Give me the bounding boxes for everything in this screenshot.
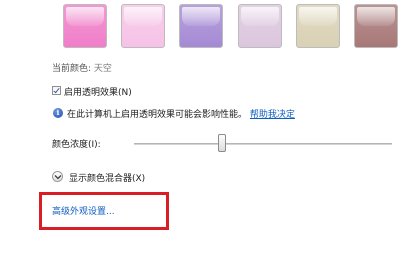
chevron-down-icon[interactable] <box>52 171 63 182</box>
transparency-label[interactable]: 启用透明效果(N) <box>64 85 132 98</box>
intensity-slider-track[interactable] <box>134 143 392 145</box>
current-color-label: 当前颜色: <box>52 64 92 74</box>
highlight-box <box>39 192 169 230</box>
intensity-slider-thumb[interactable] <box>217 134 226 152</box>
info-text: 在此计算机上启用透明效果可能会影响性能。 <box>67 110 248 120</box>
info-icon: i <box>53 108 63 118</box>
current-color: 当前颜色: 天空 <box>52 61 112 74</box>
color-swatch-4[interactable] <box>238 4 282 48</box>
color-swatch-2[interactable] <box>121 4 165 48</box>
color-swatch-5[interactable] <box>296 4 340 48</box>
color-swatch-3[interactable] <box>179 4 223 48</box>
mixer-toggle-label[interactable]: 显示颜色混合器(X) <box>69 171 145 184</box>
info-text-row: 在此计算机上启用透明效果可能会影响性能。 帮助我决定 <box>67 107 295 120</box>
current-color-value: 天空 <box>93 64 112 74</box>
color-swatch-1[interactable] <box>63 4 107 48</box>
transparency-checkbox[interactable] <box>52 86 61 95</box>
intensity-label: 颜色浓度(I): <box>52 140 101 150</box>
color-swatch-6[interactable] <box>354 4 398 48</box>
help-me-decide-link[interactable]: 帮助我决定 <box>250 110 295 120</box>
